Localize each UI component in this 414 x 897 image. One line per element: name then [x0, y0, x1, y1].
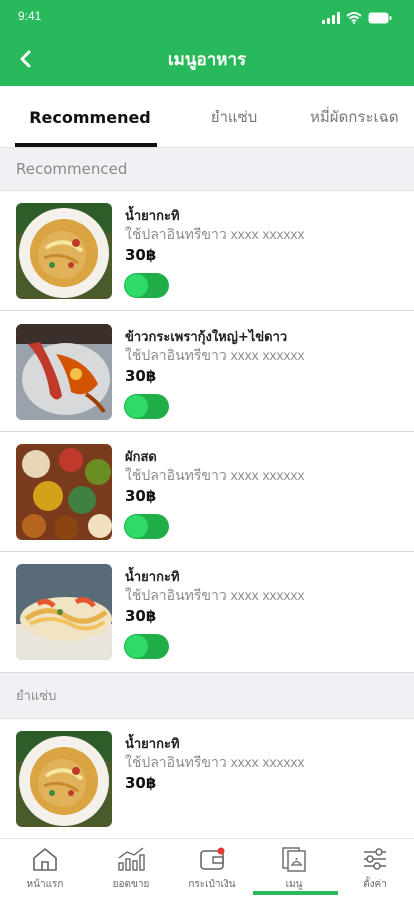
food-image — [16, 324, 112, 420]
tab-mee-pad[interactable]: หมี่ผัดกระเฉด — [300, 86, 414, 148]
item-name: น้ำยากะทิ — [125, 570, 180, 585]
menu-item[interactable]: น้ำยากะทิ ใช้ปลาอินทรีขาว xxxx xxxxxx 30… — [0, 719, 414, 838]
toggle-knob — [125, 274, 148, 297]
availability-toggle[interactable] — [124, 634, 169, 659]
nav-label: ยอดขาย — [112, 879, 150, 890]
item-description: ใช้ปลาอินทรีขาว xxxx xxxxxx — [125, 347, 305, 363]
toggle-knob — [125, 395, 148, 418]
toggle-knob — [125, 635, 148, 658]
nav-menu[interactable]: เมนู — [253, 839, 335, 897]
menu-item[interactable]: ข้าวกระเพรากุ้งใหญ่+ไข่ดาว ใช้ปลาอินทรีข… — [0, 312, 414, 432]
item-price: 30฿ — [125, 487, 157, 505]
sales-chart-icon — [118, 847, 145, 871]
wallet-icon — [200, 847, 225, 870]
item-name: ผักสด — [125, 450, 157, 465]
menu-item[interactable]: น้ำยากะทิ ใช้ปลาอินทรีขาว xxxx xxxxxx 30… — [0, 191, 414, 311]
food-image — [16, 444, 112, 540]
section-header: ยำแซ่บ — [0, 673, 414, 719]
item-price: 30฿ — [125, 367, 157, 385]
active-tab-indicator — [15, 143, 157, 147]
signal-icon — [322, 12, 340, 24]
food-image — [16, 731, 112, 827]
category-tabs: Recommened ยำแซ่บ หมี่ผัดกระเฉด — [0, 86, 414, 148]
page-title: เมนูอาหาร — [167, 50, 247, 70]
toggle-knob — [125, 515, 148, 538]
item-name: น้ำยากะทิ — [125, 737, 180, 752]
wifi-icon — [346, 12, 362, 24]
availability-toggle[interactable] — [124, 394, 169, 419]
nav-label: เมนู — [285, 879, 303, 890]
section-header: Recommenced — [0, 148, 414, 191]
menu-item[interactable]: ผักสด ใช้ปลาอินทรีขาว xxxx xxxxxx 30฿ — [0, 432, 414, 552]
status-bar: 9:41 — [0, 0, 414, 34]
active-nav-indicator — [253, 891, 338, 895]
food-image — [16, 203, 112, 299]
nav-label: ตั้งค่า — [363, 879, 387, 890]
settings-sliders-icon — [364, 848, 386, 870]
nav-wallet[interactable]: กระเป๋าเงิน — [171, 839, 253, 897]
item-description: ใช้ปลาอินทรีขาว xxxx xxxxxx — [125, 226, 305, 242]
status-icons — [322, 10, 392, 24]
food-image — [16, 564, 112, 660]
item-price: 30฿ — [125, 774, 157, 792]
battery-icon — [368, 12, 392, 24]
item-description: ใช้ปลาอินทรีขาว xxxx xxxxxx — [125, 467, 305, 483]
nav-home[interactable]: หน้าแรก — [4, 839, 86, 897]
app-header: เมนูอาหาร — [0, 34, 414, 86]
menu-item[interactable]: น้ำยากะทิ ใช้ปลาอินทรีขาว xxxx xxxxxx 30… — [0, 552, 414, 673]
item-name: ข้าวกระเพรากุ้งใหญ่+ไข่ดาว — [125, 330, 288, 345]
status-time: 9:41 — [18, 9, 42, 23]
availability-toggle[interactable] — [124, 514, 169, 539]
item-description: ใช้ปลาอินทรีขาว xxxx xxxxxx — [125, 587, 305, 603]
item-name: น้ำยากะทิ — [125, 209, 180, 224]
nav-sales[interactable]: ยอดขาย — [90, 839, 172, 897]
nav-label: หน้าแรก — [26, 879, 64, 890]
home-icon — [33, 848, 57, 871]
availability-toggle[interactable] — [124, 273, 169, 298]
tab-recommened[interactable]: Recommened — [15, 86, 165, 148]
item-price: 30฿ — [125, 246, 157, 264]
menu-book-icon — [282, 847, 306, 872]
nav-label: กระเป๋าเงิน — [188, 879, 236, 890]
bottom-nav: หน้าแรก ยอดขาย กระเป๋าเงิน เมนู ตั้งค่า — [0, 838, 414, 897]
item-description: ใช้ปลาอินทรีขาว xxxx xxxxxx — [125, 754, 305, 770]
tab-yum-saeb[interactable]: ยำแซ่บ — [175, 86, 293, 148]
item-price: 30฿ — [125, 607, 157, 625]
nav-settings[interactable]: ตั้งค่า — [334, 839, 414, 897]
